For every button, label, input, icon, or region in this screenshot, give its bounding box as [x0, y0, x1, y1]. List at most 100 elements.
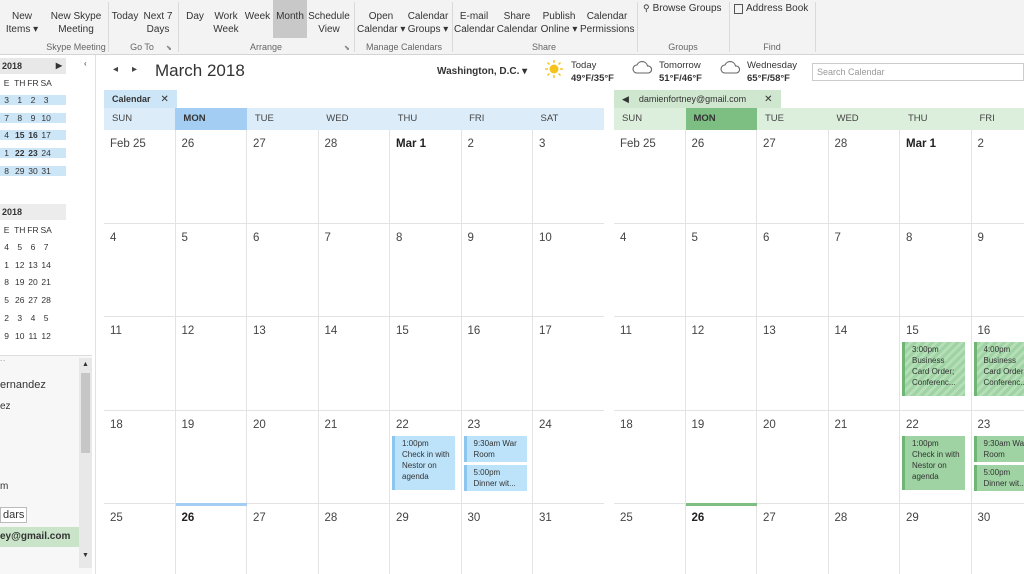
mini-calendar-day[interactable]: 10: [40, 113, 53, 123]
mini-calendar-day[interactable]: 9: [0, 331, 13, 341]
day-cell[interactable]: 12: [175, 317, 247, 411]
mini-calendar-day[interactable]: 11: [26, 331, 39, 341]
calendar-permissions-button[interactable]: Calendar Permissions: [580, 0, 634, 36]
mini-calendar-day[interactable]: 14: [40, 260, 53, 270]
calendar-list-item[interactable]: ez: [0, 401, 11, 412]
day-cell[interactable]: Mar 1: [900, 130, 972, 224]
day-cell[interactable]: 27: [247, 504, 319, 574]
day-cell[interactable]: 26: [176, 504, 247, 574]
publish-online-button[interactable]: Publish Online ▾: [539, 0, 579, 36]
mini-calendar-day[interactable]: 1: [0, 260, 13, 270]
day-cell[interactable]: 25: [614, 504, 686, 574]
calendar-groups-button[interactable]: Calendar Groups ▾: [406, 0, 450, 36]
dialog-launcher-icon[interactable]: ⬊: [166, 44, 172, 52]
mini-calendar-day[interactable]: 30: [26, 166, 39, 176]
day-cell[interactable]: 27: [247, 130, 319, 224]
calendar-event[interactable]: 5:00pm Dinner wit...: [973, 464, 1024, 491]
mini-calendar-day[interactable]: 19: [13, 277, 26, 287]
calendar-event[interactable]: 5:00pm Dinner wit...: [463, 464, 527, 491]
day-cell[interactable]: 17: [533, 317, 604, 411]
mini-calendar-day[interactable]: 9: [26, 113, 39, 123]
day-cell[interactable]: 6: [247, 223, 319, 317]
day-cell[interactable]: 10: [533, 223, 604, 317]
day-cell[interactable]: 14: [828, 317, 900, 411]
mini-calendar-day[interactable]: 3: [40, 95, 53, 105]
mini-calendar-day[interactable]: 1: [0, 148, 13, 158]
mini-calendar-day[interactable]: 12: [13, 260, 26, 270]
mini-calendar-day[interactable]: 31: [40, 166, 53, 176]
mini-calendar-day[interactable]: 4: [26, 313, 39, 323]
mini-calendar-day[interactable]: 2: [0, 313, 13, 323]
day-cell[interactable]: 26: [175, 130, 247, 224]
day-cell[interactable]: 15: [390, 317, 462, 411]
mini-calendar-day[interactable]: 4: [0, 130, 13, 140]
day-cell[interactable]: 28: [829, 504, 900, 574]
day-cell[interactable]: 6: [757, 223, 829, 317]
day-cell[interactable]: Mar 1: [390, 130, 462, 224]
day-cell[interactable]: 7: [318, 223, 390, 317]
mini-calendar-day[interactable]: 20: [26, 277, 39, 287]
day-cell[interactable]: 26: [686, 504, 757, 574]
day-cell[interactable]: 21: [828, 410, 900, 504]
schedule-view-button[interactable]: Schedule View: [308, 0, 350, 36]
calendar-event[interactable]: 9:30am War Room: [463, 435, 527, 462]
close-icon[interactable]: ✕: [764, 94, 772, 105]
day-cell[interactable]: 25: [104, 504, 176, 574]
day-cell[interactable]: 20: [247, 410, 319, 504]
day-cell[interactable]: 12: [685, 317, 757, 411]
day-cell[interactable]: 27: [757, 504, 829, 574]
calendar-list-item[interactable]: m: [0, 481, 8, 492]
day-cell[interactable]: 16: [461, 317, 533, 411]
mini-calendar-day[interactable]: 15: [13, 130, 26, 140]
day-cell[interactable]: 4: [614, 223, 686, 317]
day-cell[interactable]: 29: [390, 504, 462, 574]
previous-month-icon[interactable]: ◂: [113, 64, 118, 75]
mini-calendar-day[interactable]: 24: [40, 148, 53, 158]
day-cell[interactable]: 30: [462, 504, 533, 574]
mini-calendar-day[interactable]: 3: [13, 313, 26, 323]
day-cell[interactable]: 28: [828, 130, 900, 224]
mini-calendar-day[interactable]: 5: [40, 313, 53, 323]
mini-calendar-day[interactable]: 7: [0, 113, 13, 123]
day-cell[interactable]: 21: [318, 410, 390, 504]
day-cell[interactable]: 24: [533, 410, 604, 504]
weather-today[interactable]: Today 49°F/35°F: [571, 59, 614, 85]
day-cell[interactable]: Feb 25: [614, 130, 686, 224]
mini-calendar-day[interactable]: 8: [13, 113, 26, 123]
day-cell[interactable]: 29: [900, 504, 972, 574]
day-cell[interactable]: 9: [971, 224, 1024, 317]
day-cell[interactable]: 18: [104, 410, 176, 504]
share-calendar-button[interactable]: Share Calendar: [496, 0, 538, 36]
calendar-event[interactable]: 1:00pm Check in with Nestor on agenda: [392, 435, 455, 490]
scroll-down-icon[interactable]: ▼: [82, 552, 89, 559]
email-calendar-button[interactable]: E-mail Calendar: [454, 0, 495, 36]
mini-calendar-day[interactable]: 2: [26, 95, 39, 105]
mini-calendar-day[interactable]: 21: [40, 277, 53, 287]
mini-calendar-day[interactable]: 3: [0, 95, 13, 105]
day-cell[interactable]: 28: [319, 504, 390, 574]
weather-tomorrow[interactable]: Tomorrow 51°F/46°F: [659, 59, 702, 85]
today-button[interactable]: Today: [110, 0, 140, 23]
day-cell[interactable]: 5: [175, 223, 247, 317]
day-cell[interactable]: 20: [757, 410, 829, 504]
day-cell[interactable]: 8: [900, 223, 972, 317]
day-cell[interactable]: 13: [757, 317, 829, 411]
day-cell[interactable]: 13: [247, 317, 319, 411]
work-week-view-button[interactable]: Work Week: [211, 0, 241, 36]
mini-calendar-day[interactable]: 22: [13, 148, 26, 158]
day-cell[interactable]: 18: [614, 410, 686, 504]
day-cell[interactable]: 7: [828, 223, 900, 317]
day-cell[interactable]: 26: [685, 130, 757, 224]
calendar-event[interactable]: 9:30am War Room: [973, 435, 1024, 462]
day-view-button[interactable]: Day: [181, 0, 209, 23]
mini-calendar-day[interactable]: 5: [0, 295, 13, 305]
next-7-days-button[interactable]: Next 7 Days: [142, 0, 174, 36]
month-view-button[interactable]: Month: [273, 0, 307, 38]
mini-calendar-day[interactable]: 6: [26, 242, 39, 252]
close-icon[interactable]: ✕: [161, 94, 169, 105]
mini-calendar-day[interactable]: 5: [13, 242, 26, 252]
mini-calendar-day[interactable]: 27: [26, 295, 39, 305]
my-calendars-header[interactable]: dars: [0, 507, 28, 523]
day-cell[interactable]: 11: [614, 317, 686, 411]
collapse-pane-icon[interactable]: ‹: [84, 59, 87, 68]
